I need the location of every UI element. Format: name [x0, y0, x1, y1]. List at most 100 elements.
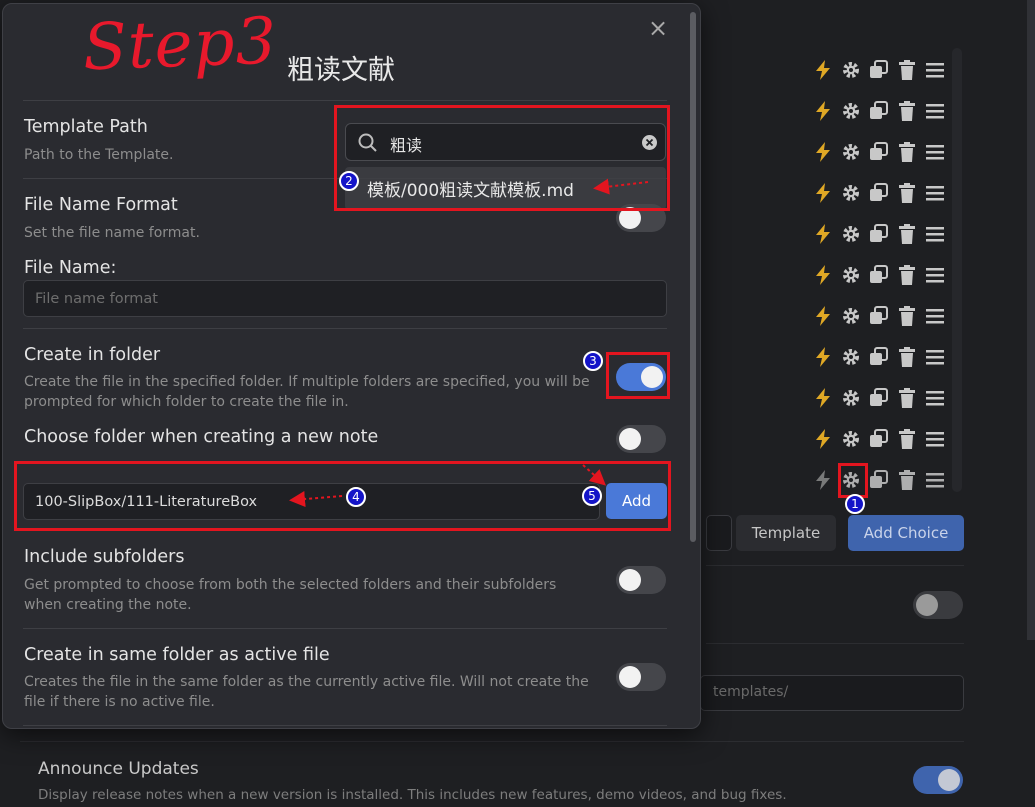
bolt-icon[interactable] [812, 346, 834, 368]
drag-handle-icon[interactable] [924, 59, 946, 81]
bolt-icon[interactable] [812, 100, 834, 122]
announce-updates-toggle[interactable] [913, 766, 963, 794]
file-name-format-title: File Name Format [24, 195, 178, 215]
drag-handle-icon[interactable] [924, 100, 946, 122]
highlight-settings-gear [838, 463, 868, 498]
duplicate-icon[interactable] [868, 428, 890, 450]
duplicate-icon[interactable] [868, 141, 890, 163]
gear-icon[interactable] [840, 59, 862, 81]
highlight-create-folder-toggle [606, 352, 670, 399]
toggle-knob [619, 666, 641, 688]
duplicate-icon[interactable] [868, 469, 890, 491]
trash-icon[interactable] [896, 305, 918, 327]
include-subfolders-title: Include subfolders [24, 547, 185, 567]
drag-handle-icon[interactable] [924, 387, 946, 409]
drag-handle-icon[interactable] [924, 141, 946, 163]
gear-icon[interactable] [840, 223, 862, 245]
same-folder-toggle[interactable] [616, 663, 666, 691]
modal-title: 粗读文献 [287, 55, 395, 86]
trash-icon[interactable] [896, 182, 918, 204]
add-choice-button[interactable]: Add Choice [848, 515, 964, 551]
gear-icon[interactable] [840, 264, 862, 286]
bolt-icon[interactable] [812, 223, 834, 245]
choice-row-actions [812, 223, 946, 245]
trash-icon[interactable] [896, 59, 918, 81]
step-annotation: Step3 [81, 4, 279, 86]
bolt-icon[interactable] [812, 428, 834, 450]
toggle-knob [619, 569, 641, 591]
template-button[interactable]: Template [736, 515, 836, 551]
step-marker: 3 [583, 351, 603, 371]
drag-handle-icon[interactable] [924, 346, 946, 368]
include-subfolders-toggle[interactable] [616, 566, 666, 594]
duplicate-icon[interactable] [868, 59, 890, 81]
trash-icon[interactable] [896, 264, 918, 286]
drag-handle-icon[interactable] [924, 223, 946, 245]
trash-icon[interactable] [896, 428, 918, 450]
close-icon[interactable]: × [648, 16, 668, 40]
gear-icon[interactable] [840, 346, 862, 368]
modal-scrollbar[interactable] [690, 12, 696, 542]
trash-icon[interactable] [896, 387, 918, 409]
bolt-icon[interactable] [812, 469, 834, 491]
choose-folder-title: Choose folder when creating a new note [24, 427, 379, 447]
choice-row-actions [812, 428, 946, 450]
toggle-knob [938, 769, 960, 791]
choice-row-actions [812, 346, 946, 368]
trash-icon[interactable] [896, 223, 918, 245]
gear-icon[interactable] [840, 428, 862, 450]
choices-scrollbar[interactable] [952, 48, 962, 492]
choice-row-actions [812, 100, 946, 122]
file-name-input[interactable]: File name format [23, 280, 667, 317]
duplicate-icon[interactable] [868, 264, 890, 286]
bolt-icon[interactable] [812, 141, 834, 163]
gear-icon[interactable] [840, 182, 862, 204]
duplicate-icon[interactable] [868, 305, 890, 327]
choice-row-actions [812, 182, 946, 204]
duplicate-icon[interactable] [868, 100, 890, 122]
page-scrollbar[interactable] [1027, 0, 1035, 640]
duplicate-icon[interactable] [868, 223, 890, 245]
choice-row-actions [812, 59, 946, 81]
choice-row-actions [812, 469, 946, 491]
templates-folder-input[interactable]: templates/ [700, 675, 964, 711]
choose-folder-toggle[interactable] [616, 425, 666, 453]
trash-icon[interactable] [896, 346, 918, 368]
toggle-knob [619, 428, 641, 450]
duplicate-icon[interactable] [868, 182, 890, 204]
divider [706, 565, 964, 566]
bolt-icon[interactable] [812, 182, 834, 204]
trash-icon[interactable] [896, 141, 918, 163]
drag-handle-icon[interactable] [924, 428, 946, 450]
gear-icon[interactable] [840, 141, 862, 163]
bolt-icon[interactable] [812, 264, 834, 286]
choice-row-actions [812, 387, 946, 409]
drag-handle-icon[interactable] [924, 469, 946, 491]
drag-handle-icon[interactable] [924, 182, 946, 204]
gear-icon[interactable] [840, 100, 862, 122]
duplicate-icon[interactable] [868, 346, 890, 368]
bg-toggle[interactable] [913, 591, 963, 619]
trash-icon[interactable] [896, 100, 918, 122]
drag-handle-icon[interactable] [924, 264, 946, 286]
include-subfolders-desc: Get prompted to choose from both the sel… [24, 577, 557, 613]
step-marker: 2 [339, 171, 359, 191]
same-folder-title: Create in same folder as active file [24, 645, 330, 665]
choice-row-actions [812, 141, 946, 163]
bolt-icon[interactable] [812, 59, 834, 81]
duplicate-icon[interactable] [868, 387, 890, 409]
announce-updates-desc: Display release notes when a new version… [38, 787, 787, 803]
bolt-icon[interactable] [812, 387, 834, 409]
choice-row-actions [812, 305, 946, 327]
gear-icon[interactable] [840, 387, 862, 409]
bolt-icon[interactable] [812, 305, 834, 327]
choice-name-input[interactable] [706, 515, 732, 551]
drag-handle-icon[interactable] [924, 305, 946, 327]
divider [23, 100, 667, 101]
divider [23, 328, 667, 329]
same-folder-desc: Creates the file in the same folder as t… [24, 674, 589, 710]
step-marker: 4 [346, 487, 366, 507]
gear-icon[interactable] [840, 305, 862, 327]
highlight-template-search [334, 105, 670, 211]
trash-icon[interactable] [896, 469, 918, 491]
